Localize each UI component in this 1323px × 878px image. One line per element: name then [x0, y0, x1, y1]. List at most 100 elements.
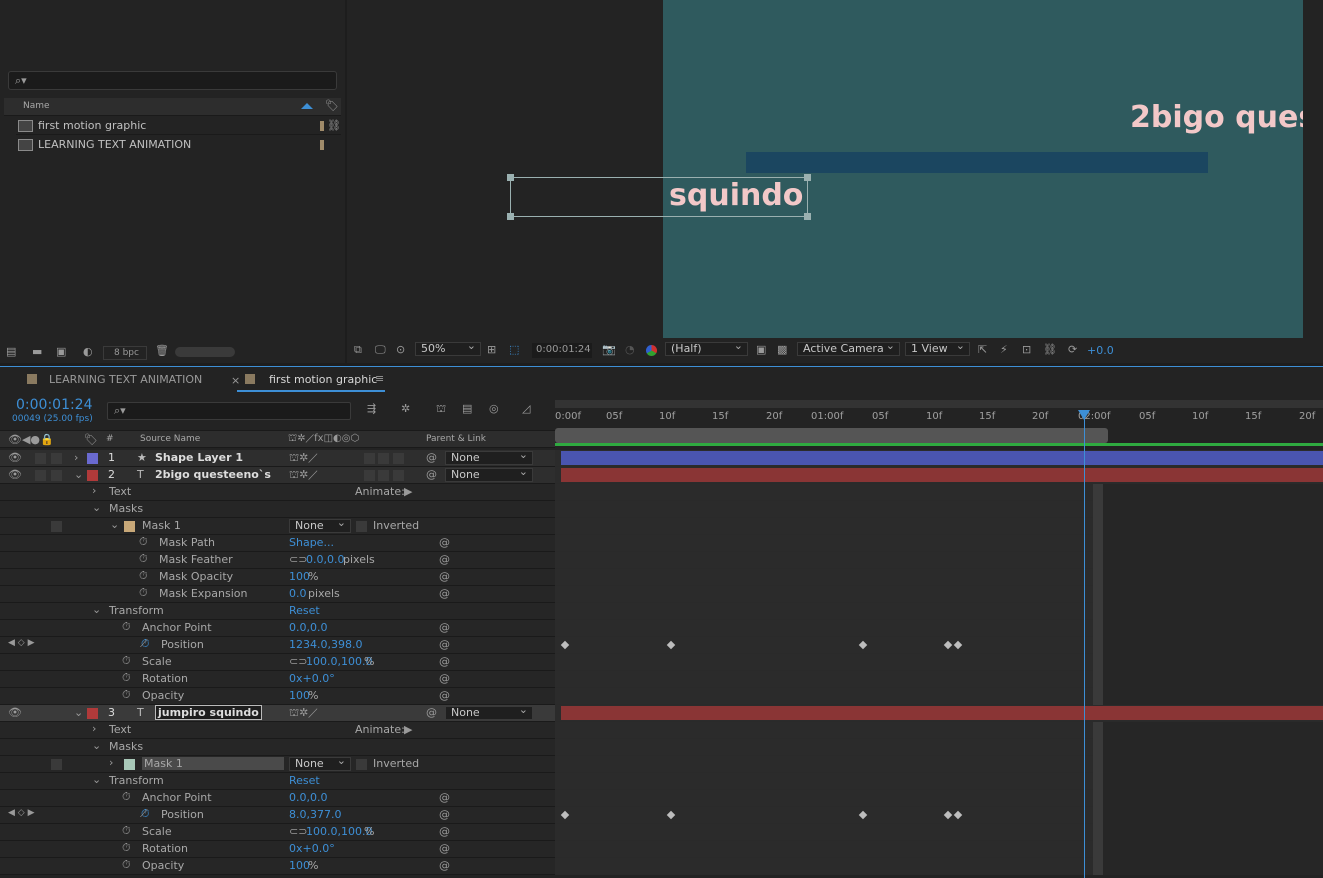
stopwatch-icon[interactable]: ⏱ — [139, 536, 148, 547]
playhead-handle[interactable] — [1078, 410, 1090, 420]
layer-label-color[interactable] — [87, 708, 98, 719]
mask-mode-dropdown[interactable]: None — [289, 517, 351, 533]
view-layout-dropdown[interactable]: 1 View — [905, 340, 970, 356]
timeline-icon[interactable]: ⊡ — [1022, 344, 1031, 355]
layer-row[interactable]: 👁 ⌄ 2 T 2bigo questeeno`s ⛫✲⟋ @ None — [0, 466, 555, 484]
show-snapshot-icon[interactable]: ◔ — [625, 344, 635, 355]
interpret-footage-icon[interactable]: ▤ — [6, 346, 16, 357]
chevron-down-icon[interactable]: ⌄ — [92, 502, 101, 513]
chevron-right-icon[interactable]: › — [74, 452, 78, 463]
keyframe[interactable] — [666, 640, 676, 650]
pick-whip-icon[interactable]: @ — [439, 673, 450, 684]
pick-whip-icon[interactable]: @ — [439, 792, 450, 803]
zoom-dropdown[interactable]: 50% — [415, 340, 481, 356]
switches-header-icons[interactable]: ⛫✲⟋fx◫◐◎⬡ — [288, 434, 359, 444]
chevron-down-icon[interactable]: ⌄ — [92, 740, 101, 751]
layer-number-header[interactable]: # — [106, 434, 114, 444]
property-row[interactable]: ⏱ Mask Expansion 0.0 pixels @ — [0, 586, 555, 603]
chevron-right-icon[interactable]: › — [92, 723, 96, 734]
timeline-search-input[interactable]: ⌕▾ — [107, 402, 351, 420]
property-value[interactable]: 0.0 — [289, 587, 307, 600]
lock-switch[interactable] — [51, 470, 62, 481]
constrain-proportions-icon[interactable]: ⊂⊃ — [289, 656, 307, 667]
mask-vertex-handle[interactable] — [804, 213, 811, 220]
3d-switch[interactable] — [378, 708, 389, 719]
property-value[interactable]: 0.0,0.0 — [289, 621, 327, 634]
mask-bounding-box[interactable]: squindo — [507, 174, 811, 220]
project-settings-icon[interactable]: ◐ — [83, 346, 93, 357]
animate-menu-icon[interactable]: ▶ — [404, 486, 412, 497]
3d-switch[interactable] — [378, 470, 389, 481]
color-channels-icon[interactable] — [646, 345, 657, 356]
lock-switch[interactable] — [51, 759, 62, 770]
property-value[interactable]: 100 — [289, 570, 310, 583]
layer-name[interactable]: jumpiro squindo — [155, 705, 262, 720]
fast-preview-icon[interactable]: ⚡ — [1000, 344, 1008, 355]
keyframe[interactable] — [943, 810, 953, 820]
always-preview-icon[interactable]: ⧉ — [354, 344, 362, 355]
property-row[interactable]: ⏱ Scale ⊂⊃ 100.0,100.0% @ — [0, 824, 555, 841]
flowchart-icon[interactable]: ⛓ — [327, 120, 341, 131]
property-value[interactable]: 0x+0.0° — [289, 842, 335, 855]
inverted-checkbox[interactable] — [356, 521, 367, 532]
stopwatch-icon[interactable]: ⏱ — [122, 689, 131, 700]
property-row[interactable]: ⌄ Masks — [0, 501, 555, 518]
region-of-interest-icon[interactable]: ▣ — [756, 344, 766, 355]
pick-whip-icon[interactable]: @ — [439, 639, 450, 650]
project-item[interactable]: LEARNING TEXT ANIMATION — [16, 137, 341, 154]
vr-goggles-icon[interactable]: ⊙ — [396, 344, 405, 355]
property-value[interactable]: Reset — [289, 774, 320, 787]
pick-whip-icon[interactable]: @ — [439, 537, 450, 548]
keyframe[interactable] — [858, 640, 868, 650]
mask-row[interactable]: ⌄ Mask 1 None Inverted — [0, 517, 555, 535]
canvas-text-layer[interactable]: squindo — [669, 178, 803, 213]
camera-dropdown[interactable]: Active Camera — [797, 340, 900, 356]
flowchart-icon[interactable]: ⛓ — [1043, 344, 1057, 355]
motion-blur-icon[interactable]: ◎ — [489, 403, 499, 414]
mask-name[interactable]: Mask 1 — [142, 757, 284, 770]
chevron-right-icon[interactable]: › — [92, 485, 96, 496]
property-row[interactable]: ⏱ Mask Opacity 100% @ — [0, 569, 555, 586]
eye-icon[interactable]: 👁 — [8, 452, 22, 463]
pick-whip-icon[interactable]: @ — [439, 622, 450, 633]
chevron-down-icon[interactable]: ⌄ — [74, 707, 83, 718]
animate-menu-icon[interactable]: ▶ — [404, 724, 412, 735]
shy-layers-icon[interactable]: ⛫ — [436, 403, 446, 414]
label-tag-icon[interactable]: 🏷 — [84, 434, 98, 445]
pick-whip-icon[interactable]: @ — [439, 656, 450, 667]
canvas-text-layer[interactable]: 2bigo ques — [1130, 100, 1316, 135]
property-row[interactable]: ⏱ Opacity 100% @ — [0, 688, 555, 705]
solo-switch[interactable] — [35, 708, 46, 719]
pick-whip-icon[interactable]: @ — [439, 826, 450, 837]
parent-dropdown[interactable]: None — [445, 449, 533, 465]
label-tag-icon[interactable]: 🏷 — [325, 100, 339, 111]
layer-row[interactable]: 👁 ⌄ 3 T jumpiro squindo ⛫✲⟋ @ None — [0, 704, 555, 722]
name-column-header[interactable]: Name — [23, 101, 50, 111]
mask-mode-dropdown[interactable]: None — [289, 755, 351, 771]
mask-color-swatch[interactable] — [124, 521, 135, 532]
resolution-dropdown[interactable]: (Half) — [665, 340, 748, 356]
adjustment-switch[interactable] — [364, 470, 375, 481]
source-name-header[interactable]: Source Name — [140, 434, 200, 444]
current-time-indicator[interactable] — [1078, 410, 1090, 878]
chevron-down-icon[interactable]: ⌄ — [110, 519, 119, 530]
trash-icon[interactable]: 🗑 — [155, 345, 169, 356]
property-value[interactable]: 8.0,377.0 — [289, 808, 341, 821]
stopwatch-icon[interactable]: ⏱ — [139, 587, 148, 598]
layer-name[interactable]: Shape Layer 1 — [155, 451, 243, 464]
composition-canvas[interactable]: 2bigo ques — [663, 0, 1316, 338]
keyframe-navigator[interactable]: ◀ ◇ ▶ — [8, 639, 35, 648]
motion-blur-switch[interactable] — [393, 470, 404, 481]
pick-whip-icon[interactable]: @ — [426, 707, 437, 718]
pick-whip-icon[interactable]: @ — [439, 571, 450, 582]
keyframe[interactable] — [560, 640, 570, 650]
property-value[interactable]: 0.0,0.0 — [289, 791, 327, 804]
keyframe[interactable] — [953, 640, 963, 650]
stopwatch-icon[interactable]: ⏱ — [139, 570, 148, 581]
property-row[interactable]: ◀ ◇ ▶ ⏱ ⟋ Position 1234.0,398.0 @ — [0, 637, 555, 654]
keyframe[interactable] — [953, 810, 963, 820]
stopwatch-icon[interactable]: ⏱ — [122, 859, 131, 870]
layer-row[interactable]: 👁 › 1 ★ Shape Layer 1 ⛫✲⟋ @ None — [0, 449, 555, 467]
graph-icon[interactable]: ⟋ — [140, 808, 148, 819]
graph-editor-icon[interactable]: ◿ — [522, 403, 530, 414]
